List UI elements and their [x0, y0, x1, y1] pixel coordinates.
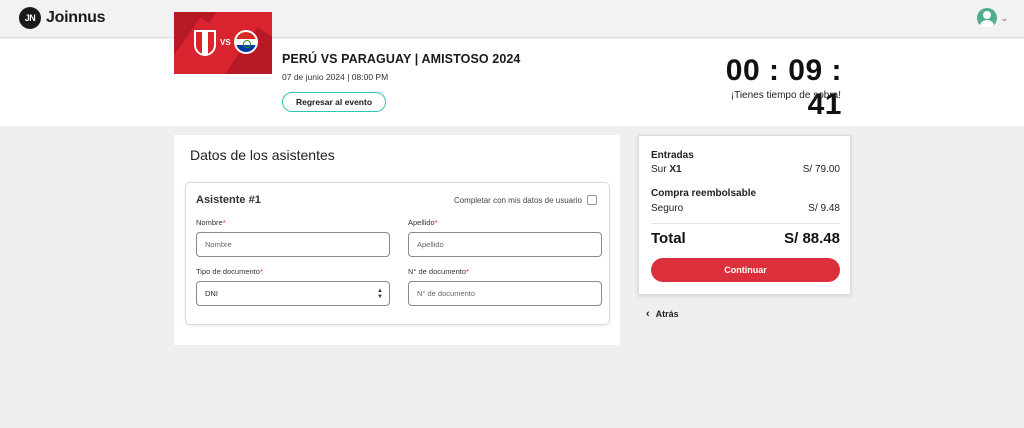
insurance-row: Seguro S/ 9.48 — [651, 203, 840, 214]
insurance-price: S/ 9.48 — [808, 203, 840, 214]
tipo-documento-select[interactable]: DNI ▲ ▼ — [196, 281, 390, 306]
event-title: PERÚ VS PARAGUAY | AMISTOSO 2024 — [282, 52, 521, 66]
back-link[interactable]: ‹ Atrás — [646, 308, 679, 320]
continue-button[interactable]: Continuar — [651, 258, 840, 282]
event-date: 07 de junio 2024 | 08:00 PM — [282, 72, 389, 82]
attendee-box: Asistente #1 Completar con mis datos de … — [185, 182, 610, 325]
ticket-zone: Sur X1 — [651, 164, 682, 175]
fill-with-user-data-checkbox[interactable] — [587, 195, 597, 205]
select-arrows-icon: ▲ ▼ — [377, 288, 383, 300]
fill-with-user-data-label: Completar con mis datos de usuario — [453, 196, 582, 205]
logo-mark-icon: JN — [19, 7, 41, 29]
paraguay-shield-icon — [234, 30, 258, 54]
entradas-heading: Entradas — [651, 150, 694, 161]
tipo-documento-value: DNI — [205, 289, 218, 298]
apellido-label: Apellido* — [408, 218, 438, 227]
attendees-form-card: Datos de los asistentes Asistente #1 Com… — [174, 135, 620, 345]
nombre-input[interactable]: Nombre — [196, 232, 390, 257]
total-value: S/ 88.48 — [784, 230, 840, 247]
tipo-documento-label: Tipo de documento* — [196, 267, 263, 276]
form-title: Datos de los asistentes — [190, 147, 335, 163]
summary-divider — [651, 223, 840, 224]
joinnus-logo[interactable]: JN Joinnus — [19, 7, 106, 29]
order-summary-card: Entradas Sur X1 S/ 79.00 Compra reembols… — [638, 135, 851, 295]
countdown-timer: 00 : 09 : 41 — [725, 54, 842, 121]
ticket-row: Sur X1 S/ 79.00 — [651, 164, 840, 175]
peru-shield-icon — [194, 30, 216, 56]
nombre-label: Nombre* — [196, 218, 226, 227]
chevron-down-icon[interactable]: ⌄ — [1000, 13, 1008, 24]
insurance-label: Seguro — [651, 203, 684, 214]
user-circle-icon[interactable] — [977, 8, 998, 28]
timer-note: ¡Tienes tiempo de sobra! — [730, 90, 841, 101]
back-label: Atrás — [655, 309, 679, 319]
chevron-left-icon: ‹ — [646, 308, 650, 320]
user-menu[interactable]: ⌄ — [977, 8, 1008, 28]
ticket-price: S/ 79.00 — [802, 164, 840, 175]
numero-documento-label: N° de documento* — [408, 267, 469, 276]
attendee-title: Asistente #1 — [196, 194, 261, 206]
total-row: Total S/ 88.48 — [651, 230, 840, 247]
event-image: VS — [174, 12, 272, 74]
back-to-event-button[interactable]: Regresar al evento — [282, 92, 386, 112]
vs-label: VS — [220, 38, 231, 47]
apellido-input[interactable]: Apellido — [408, 232, 602, 257]
numero-documento-input[interactable]: N° de documento — [408, 281, 602, 306]
logo-text: Joinnus — [46, 9, 106, 26]
total-label: Total — [651, 230, 686, 247]
top-navbar: JN Joinnus ⌄ — [0, 0, 1024, 38]
refund-heading: Compra reembolsable — [651, 188, 757, 199]
